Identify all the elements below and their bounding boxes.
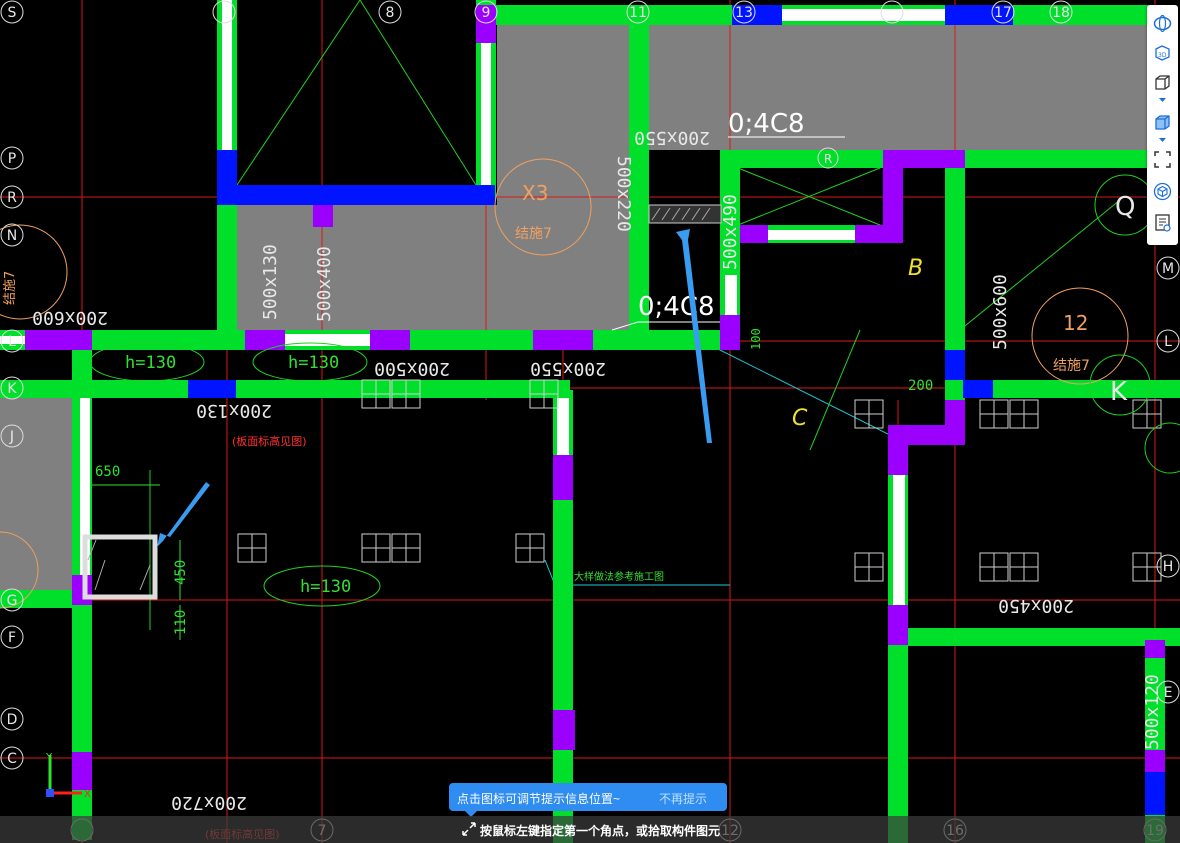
label-c: C <box>792 406 808 431</box>
beam-label-500x130: 500x130 <box>260 244 281 320</box>
label-k: K <box>1110 377 1128 407</box>
3d-view-icon[interactable]: 3D <box>1152 42 1173 63</box>
cad-drawing-canvas[interactable]: 8 9 11 13 17 18 S P R N L K J G F D C M … <box>0 0 1180 843</box>
chevron-down-icon[interactable] <box>1158 137 1167 143</box>
svg-text:Y: Y <box>45 752 53 763</box>
hint-tooltip[interactable]: 点击图标可调节提示信息位置~ 不再提示 <box>449 783 727 817</box>
label-b: B <box>908 256 923 281</box>
axis-left-c: C <box>7 751 17 767</box>
note-structure-1: 结施7 <box>515 226 552 242</box>
axis-left-k: K <box>7 381 17 397</box>
beam-label-200x500: 200x500 <box>374 358 450 379</box>
axis-top-17: 17 <box>994 5 1012 21</box>
axis-left-p: P <box>8 151 16 167</box>
command-prompt: 按鼠标左键指定第一个角点，或拾取构件图元 <box>480 824 721 838</box>
axis-left-g: G <box>7 593 18 609</box>
dim-100: 100 <box>749 328 763 350</box>
rebar-label-top: 0;4C8 <box>728 109 805 139</box>
red-note-1: (板面标高见图) <box>232 434 307 448</box>
note-structure-3: 结施7 <box>3 271 18 305</box>
axis-left-j: J <box>9 429 14 445</box>
chevron-down-icon[interactable] <box>1158 97 1167 103</box>
dont-show-again-link[interactable]: 不再提示 <box>659 790 707 807</box>
beam-label-500x400: 500x400 <box>314 246 335 322</box>
slab-regions <box>0 22 1149 595</box>
cube-view-icon[interactable] <box>1152 72 1173 93</box>
axis-left-d: D <box>7 712 18 728</box>
dim-110: 110 <box>173 610 189 635</box>
dim-450: 450 <box>173 560 189 585</box>
axis-left-f: F <box>8 630 16 646</box>
beam-label-200x720: 200x720 <box>171 792 247 813</box>
rotate-view-icon[interactable] <box>1152 13 1173 34</box>
axis-right-h: H <box>1163 559 1174 575</box>
rebar-label-mid: 0;4C8 <box>638 292 715 322</box>
dimension-lines <box>92 484 181 640</box>
axis-left-l: L <box>8 334 16 350</box>
axis-left-n: N <box>7 228 17 244</box>
beam-label-500x600: 500x600 <box>990 274 1011 350</box>
beam-label-200x550-mid: 200x550 <box>530 358 606 379</box>
axis-left-s: S <box>8 5 17 21</box>
axis-top-11: 11 <box>629 5 647 21</box>
zoom-extent-icon[interactable] <box>1152 149 1173 170</box>
beam-label-200x600: 200x600 <box>32 307 108 328</box>
properties-list-icon[interactable] <box>1152 212 1173 233</box>
axis-right-l: L <box>1164 334 1172 350</box>
beam-label-500x220: 500x220 <box>613 156 634 232</box>
drag-position-icon[interactable] <box>461 821 477 837</box>
slab-height-1: h=130 <box>125 353 176 373</box>
svg-text:3D: 3D <box>1158 52 1167 59</box>
axis-left-r: R <box>7 190 17 206</box>
dynamic-observe-icon[interactable] <box>1152 181 1173 202</box>
axis-inner-r: R <box>824 152 832 166</box>
svg-text:X: X <box>84 789 91 800</box>
beam-label-500x120: 500x120 <box>1142 674 1163 750</box>
x3-label: X3 <box>522 181 548 205</box>
axis-top-18: 18 <box>1052 5 1070 21</box>
dim-200: 200 <box>908 378 933 394</box>
slab-height-2: h=130 <box>288 353 339 373</box>
beam-label-200x130: 200x130 <box>196 400 272 421</box>
axis-right-e: E <box>1164 685 1173 701</box>
slab-height-3: h=130 <box>300 577 351 597</box>
solid-cube-icon[interactable] <box>1152 112 1173 133</box>
hint-message: 点击图标可调节提示信息位置~ <box>457 792 621 806</box>
command-status-bar: 按鼠标左键指定第一个角点，或拾取构件图元 <box>0 816 1180 843</box>
beam-label-500x490: 500x490 <box>720 194 741 270</box>
dim-650: 650 <box>95 464 120 480</box>
beam-label-200x550-top: 200x550 <box>634 127 710 148</box>
axis-top-13: 13 <box>735 5 753 21</box>
label-q: Q <box>1115 192 1135 222</box>
detail-note: 大样做法参考施工图 <box>574 570 664 583</box>
axis-top-9: 9 <box>482 5 491 21</box>
beam-label-200x450: 200x450 <box>998 595 1074 616</box>
pile-marks <box>237 379 1162 582</box>
note-structure-2: 结施7 <box>1053 358 1090 374</box>
label-12: 12 <box>1063 311 1088 335</box>
axis-top-8: 8 <box>386 5 395 21</box>
view-toolbar: 3D <box>1147 5 1178 245</box>
axis-right-m: M <box>1162 261 1174 277</box>
